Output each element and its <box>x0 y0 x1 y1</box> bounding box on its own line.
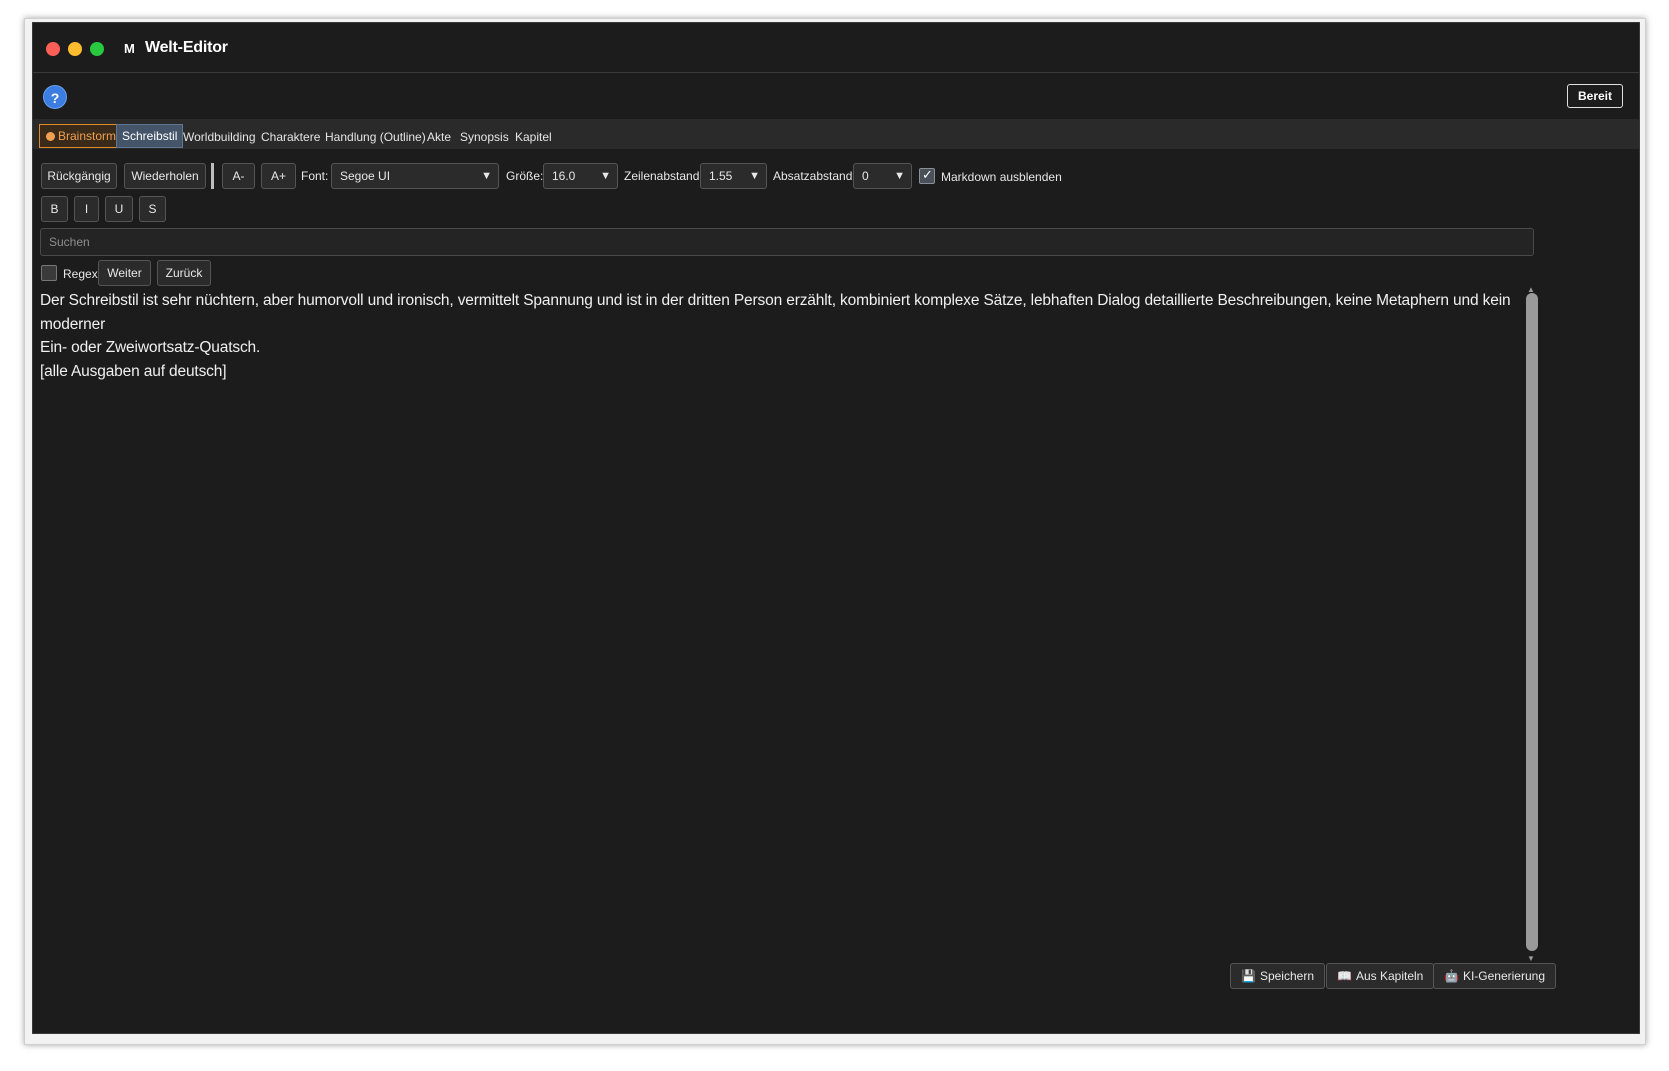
tab-handlung[interactable]: Handlung (Outline) <box>320 126 431 148</box>
search-next-button[interactable]: Weiter <box>98 260 151 286</box>
save-button-label: Speichern <box>1259 969 1314 983</box>
chevron-down-icon: ▼ <box>481 170 492 182</box>
search-prev-button[interactable]: Zurück <box>157 260 211 286</box>
from-chapters-button[interactable]: 📖 Aus Kapiteln <box>1326 963 1435 989</box>
status-badge: Bereit <box>1566 84 1623 108</box>
font-larger-button[interactable]: A+ <box>261 163 296 189</box>
size-select-value: 16.0 <box>552 169 576 183</box>
tab-synopsis[interactable]: Synopsis <box>455 126 514 148</box>
font-select-value: Segoe UI <box>340 169 391 183</box>
tab-brainstorm[interactable]: Brainstorm <box>39 124 123 148</box>
from-chapters-button-label: Aus Kapiteln <box>1355 969 1424 983</box>
hide-markdown-checkbox[interactable] <box>919 167 935 184</box>
line-spacing-label: Zeilenabstand: <box>624 169 703 183</box>
editor-scrollbar[interactable]: ▲ ▼ <box>1524 285 1538 963</box>
paragraph-spacing-select[interactable]: 0 ▼ <box>853 163 912 189</box>
title-bar: M Welt-Editor <box>33 23 1639 73</box>
scrollbar-thumb[interactable] <box>1526 293 1538 951</box>
tab-worldbuilding[interactable]: Worldbuilding <box>178 126 261 148</box>
toolbar-divider <box>211 163 214 189</box>
help-button[interactable]: ? <box>43 85 67 109</box>
underline-button[interactable]: U <box>105 196 133 222</box>
size-label: Größe: <box>506 169 544 183</box>
editor-line: Ein- oder Zweiwortsatz-Quatsch. <box>40 339 261 356</box>
chevron-down-icon: ▼ <box>749 170 760 182</box>
tab-kapitel[interactable]: Kapitel <box>510 126 557 148</box>
robot-icon: 🤖 <box>1444 969 1459 983</box>
line-spacing-value: 1.55 <box>709 169 733 183</box>
tab-schreibstil[interactable]: Schreibstil <box>116 124 184 148</box>
chevron-down-icon: ▼ <box>894 170 905 182</box>
size-select[interactable]: 16.0 ▼ <box>543 163 618 189</box>
open-book-icon: 📖 <box>1337 969 1352 983</box>
paragraph-spacing-value: 0 <box>862 169 869 183</box>
editor-line: [alle Ausgaben auf deutsch] <box>40 362 227 380</box>
regex-label: Regex <box>63 267 98 281</box>
regex-checkbox[interactable] <box>41 265 57 281</box>
ai-generation-button[interactable]: 🤖 KI-Generierung <box>1433 963 1556 989</box>
save-button[interactable]: 💾 Speichern <box>1230 963 1325 989</box>
paragraph-spacing-label: Absatzabstand: <box>773 169 856 183</box>
undo-button[interactable]: Rückgängig <box>41 163 117 189</box>
strikethrough-button[interactable]: S <box>139 196 166 222</box>
scroll-down-icon[interactable]: ▼ <box>1527 954 1535 963</box>
ai-generation-button-label: KI-Generierung <box>1462 969 1545 983</box>
window-frame: M Welt-Editor ? Bereit Brainstorm Schrei… <box>24 18 1646 1045</box>
window-title: Welt-Editor <box>145 39 228 56</box>
line-spacing-select[interactable]: 1.55 ▼ <box>700 163 767 189</box>
italic-button[interactable]: I <box>74 196 99 222</box>
maximize-window-button[interactable] <box>90 42 104 56</box>
font-select[interactable]: Segoe UI ▼ <box>331 163 499 189</box>
close-window-button[interactable] <box>46 42 60 56</box>
floppy-disk-icon: 💾 <box>1241 969 1256 983</box>
tab-charaktere[interactable]: Charaktere <box>256 126 325 148</box>
search-input[interactable]: Suchen <box>40 228 1534 256</box>
tab-akte[interactable]: Akte <box>422 126 456 148</box>
redo-button[interactable]: Wiederholen <box>124 163 206 189</box>
tab-bar: Brainstorm Schreibstil Worldbuilding Cha… <box>33 119 1639 149</box>
chevron-down-icon: ▼ <box>600 170 611 182</box>
hide-markdown-label: Markdown ausblenden <box>941 170 1062 184</box>
app-window: M Welt-Editor ? Bereit Brainstorm Schrei… <box>32 22 1640 1034</box>
text-editor[interactable]: Der Schreibstil ist sehr nüchtern, aber … <box>40 289 1520 949</box>
font-smaller-button[interactable]: A- <box>222 163 255 189</box>
app-logo-icon: M <box>124 41 135 56</box>
font-label: Font: <box>301 169 329 183</box>
bold-button[interactable]: B <box>41 196 68 222</box>
editor-line: Der Schreibstil ist sehr nüchtern, aber … <box>40 292 1511 333</box>
minimize-window-button[interactable] <box>68 42 82 56</box>
